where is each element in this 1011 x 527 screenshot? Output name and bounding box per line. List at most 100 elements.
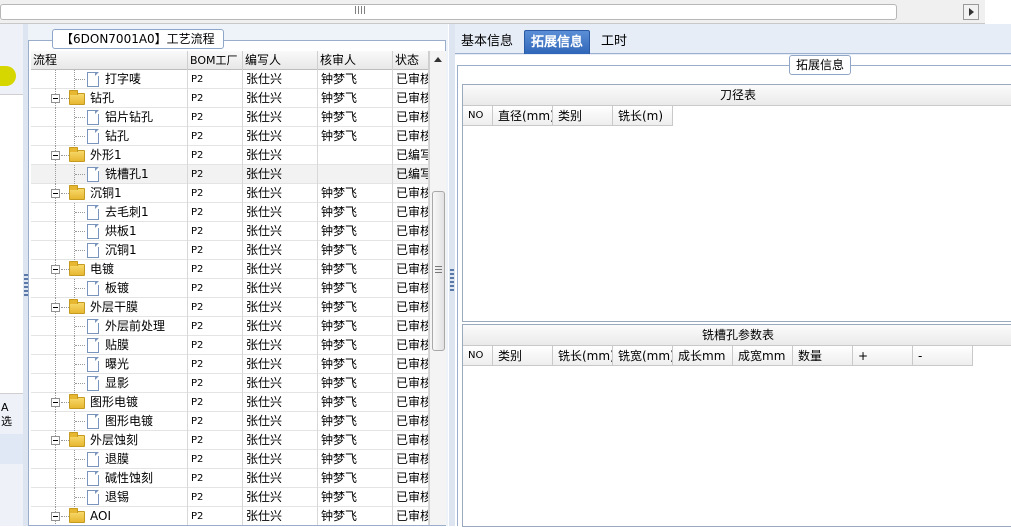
slot-col-finish-length[interactable]: 成长mm [673,346,733,366]
table-row[interactable]: 外层蚀刻 P2 张仕兴 钟梦飞 已审核 [31,431,429,450]
tree-cell[interactable]: 钻孔 [31,89,188,108]
table-row[interactable]: 显影 P2 张仕兴 钟梦飞 已审核 [31,374,429,393]
tree-cell[interactable]: 显影 [31,374,188,393]
col-header-writer[interactable]: 编写人 [243,51,318,70]
table-row[interactable]: 贴膜 P2 张仕兴 钟梦飞 已审核 [31,336,429,355]
scrollbar-track[interactable] [0,4,897,20]
tree-cell[interactable]: 碱性蚀刻 [31,469,188,488]
col-header-bom[interactable]: BOM工厂 [188,51,243,70]
reviewer-cell [318,165,393,184]
slot-col-mill-width[interactable]: 铣宽(mm) [613,346,673,366]
table-row[interactable]: 铣槽孔1 P2 张仕兴 已编写 [31,165,429,184]
table-row[interactable]: 电镀 P2 张仕兴 钟梦飞 已审核 [31,260,429,279]
detail-tabs: 基本信息 拓展信息 工时 [455,28,1011,54]
collapse-toggle-icon[interactable] [51,436,60,445]
splitter-grip-icon[interactable] [450,269,454,293]
collapse-toggle-icon[interactable] [51,265,60,274]
collapse-toggle-icon[interactable] [51,94,60,103]
slot-col-no[interactable]: NO [463,346,493,366]
table-row[interactable]: 曝光 P2 张仕兴 钟梦飞 已审核 [31,355,429,374]
scrollbar-grip[interactable] [355,6,367,14]
table-row[interactable]: 外层干膜 P2 张仕兴 钟梦飞 已审核 [31,298,429,317]
file-icon [87,129,99,144]
tree-cell[interactable]: 曝光 [31,355,188,374]
table-row[interactable]: 沉铜1 P2 张仕兴 钟梦飞 已审核 [31,241,429,260]
table-row[interactable]: 沉铜1 P2 张仕兴 钟梦飞 已审核 [31,184,429,203]
status-cell: 已审核 [393,127,429,146]
slot-remove-button[interactable]: - [913,346,973,366]
tree-cell[interactable]: 外层蚀刻 [31,431,188,450]
tool-col-category[interactable]: 类别 [553,106,613,126]
collapse-toggle-icon[interactable] [51,303,60,312]
table-row[interactable]: 铝片钻孔 P2 张仕兴 钟梦飞 已审核 [31,108,429,127]
col-header-reviewer[interactable]: 核审人 [318,51,393,70]
tree-cell[interactable]: 沉铜1 [31,241,188,260]
slot-col-mill-length[interactable]: 铣长(mm) [553,346,613,366]
detail-panel: 基本信息 拓展信息 工时 拓展信息 刀径表 NO 直径(mm) 类别 铣长(m)… [455,24,1011,527]
table-row[interactable]: 退锡 P2 张仕兴 钟梦飞 已审核 [31,488,429,507]
table-row[interactable]: 去毛刺1 P2 张仕兴 钟梦飞 已审核 [31,203,429,222]
tree-cell[interactable]: 去毛刺1 [31,203,188,222]
tree-cell[interactable]: 退膜 [31,450,188,469]
tree-line [61,440,69,441]
tree-cell[interactable]: 板镀 [31,279,188,298]
tab-extended-info[interactable]: 拓展信息 [524,30,591,54]
tree-line [55,412,56,431]
scroll-right-arrow-icon[interactable] [963,4,979,20]
tree-cell[interactable]: 电镀 [31,260,188,279]
tool-col-no[interactable]: NO [463,106,493,126]
tree-cell[interactable]: 图形电镀 [31,412,188,431]
tree-cell[interactable]: 铝片钻孔 [31,108,188,127]
table-row[interactable]: 外层前处理 P2 张仕兴 钟梦飞 已审核 [31,317,429,336]
file-icon [87,490,99,505]
collapse-toggle-icon[interactable] [51,398,60,407]
tree-cell[interactable]: AOI [31,507,188,525]
vertical-scrollbar[interactable] [429,51,446,525]
tree-cell[interactable]: 烘板1 [31,222,188,241]
table-row[interactable]: 打字唛 P2 张仕兴 钟梦飞 已审核 [31,70,429,89]
table-row[interactable]: 外形1 P2 张仕兴 已编写 [31,146,429,165]
table-row[interactable]: 退膜 P2 张仕兴 钟梦飞 已审核 [31,450,429,469]
tree-cell[interactable]: 图形电镀 [31,393,188,412]
tree-cell[interactable]: 外形1 [31,146,188,165]
tree-cell[interactable]: 贴膜 [31,336,188,355]
tree-cell[interactable]: 外层前处理 [31,317,188,336]
table-row[interactable]: 图形电镀 P2 张仕兴 钟梦飞 已审核 [31,412,429,431]
col-header-flow[interactable]: 流程 [31,51,188,70]
table-row[interactable]: 烘板1 P2 张仕兴 钟梦飞 已审核 [31,222,429,241]
tool-col-mill-length[interactable]: 铣长(m) [613,106,673,126]
table-row[interactable]: 碱性蚀刻 P2 张仕兴 钟梦飞 已审核 [31,469,429,488]
step-name: AOI [90,509,111,523]
bom-cell: P2 [188,146,243,165]
writer-cell: 张仕兴 [243,203,318,222]
tab-work-hours[interactable]: 工时 [595,30,633,54]
tree-cell[interactable]: 打字唛 [31,70,188,89]
scrollbar-thumb[interactable] [432,191,445,351]
slot-add-button[interactable]: + [853,346,913,366]
slot-col-category[interactable]: 类别 [493,346,553,366]
table-row[interactable]: 图形电镀 P2 张仕兴 钟梦飞 已审核 [31,393,429,412]
tree-cell[interactable]: 铣槽孔1 [31,165,188,184]
bom-cell: P2 [188,203,243,222]
table-row[interactable]: 钻孔 P2 张仕兴 钟梦飞 已审核 [31,89,429,108]
tab-basic-info[interactable]: 基本信息 [455,30,519,54]
scroll-up-arrow-icon[interactable] [434,57,442,62]
col-header-status[interactable]: 状态 [393,51,429,70]
table-row[interactable]: 钻孔 P2 张仕兴 钟梦飞 已审核 [31,127,429,146]
horizontal-scrollbar[interactable] [0,0,985,24]
tree-cell[interactable]: 外层干膜 [31,298,188,317]
slot-col-finish-width[interactable]: 成宽mm [733,346,793,366]
tree-cell[interactable]: 沉铜1 [31,184,188,203]
tool-col-diameter[interactable]: 直径(mm) [493,106,553,126]
table-row[interactable]: 板镀 P2 张仕兴 钟梦飞 已审核 [31,279,429,298]
tree-line [75,212,85,213]
slot-col-quantity[interactable]: 数量 [793,346,853,366]
collapse-toggle-icon[interactable] [51,151,60,160]
table-row[interactable]: AOI P2 张仕兴 钟梦飞 已审核 [31,507,429,525]
tree-cell[interactable]: 钻孔 [31,127,188,146]
step-name: 打字唛 [105,72,142,86]
collapse-toggle-icon[interactable] [51,189,60,198]
tree-cell[interactable]: 退锡 [31,488,188,507]
bom-cell: P2 [188,412,243,431]
collapse-toggle-icon[interactable] [51,512,60,521]
